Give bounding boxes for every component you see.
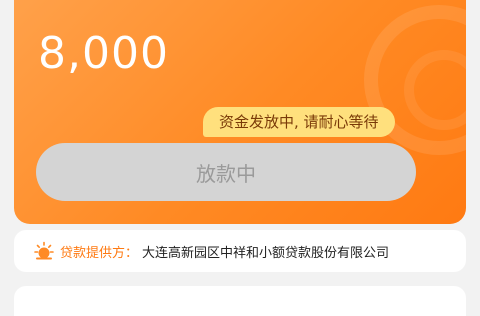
loan-provider-bar: 贷款提供方： 大连高新园区中祥和小额贷款股份有限公司 — [14, 230, 466, 272]
provider-label: 贷款提供方： — [60, 245, 139, 261]
disbursing-status-button[interactable]: 放款中 — [36, 143, 416, 201]
provider-company: 大连高新园区中祥和小额贷款股份有限公司 — [142, 245, 390, 261]
loan-amount: 8,000 — [38, 28, 169, 79]
next-card-edge — [14, 286, 466, 316]
status-button-label: 放款中 — [196, 161, 256, 186]
sun-icon — [34, 241, 54, 261]
disbursing-tooltip: 资金发放中, 请耐心等待 — [203, 107, 395, 137]
